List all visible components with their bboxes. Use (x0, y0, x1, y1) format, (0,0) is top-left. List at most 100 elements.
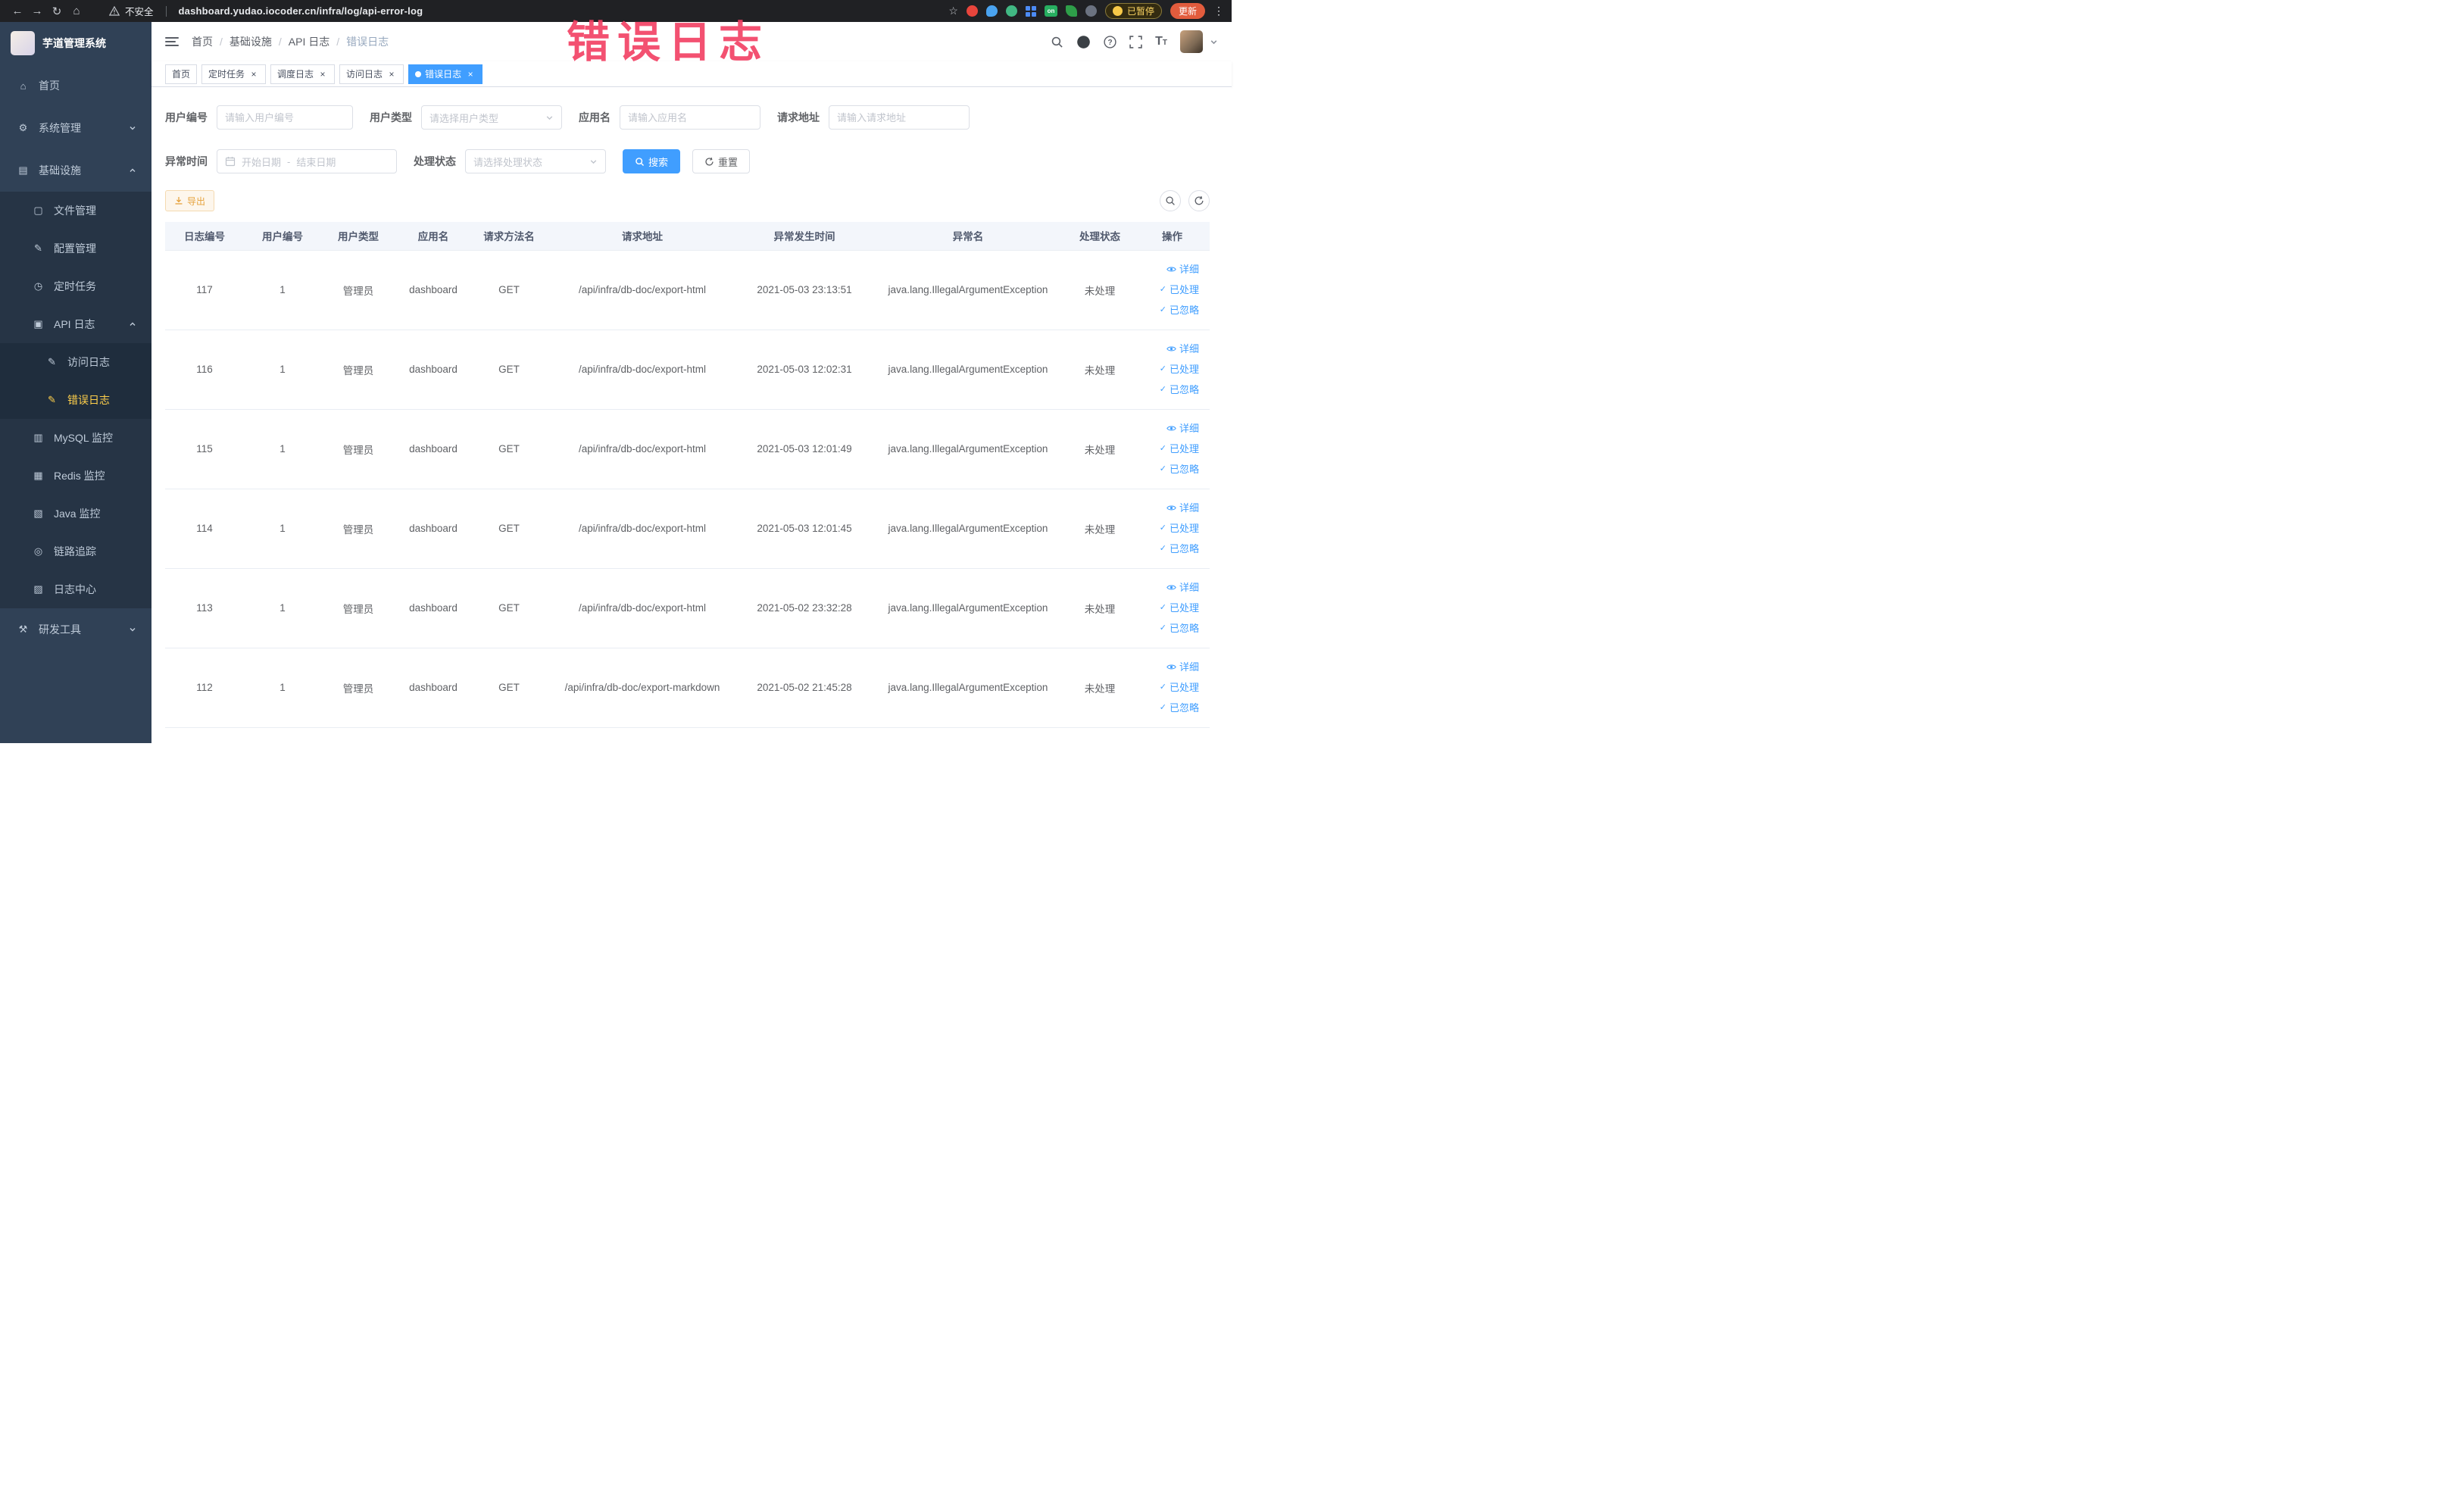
detail-link[interactable]: 详细 (1138, 498, 1199, 518)
cell-user-id: 1 (244, 330, 321, 410)
browser-reload-icon[interactable]: ↻ (47, 5, 67, 18)
paw-extension-icon[interactable] (1085, 5, 1097, 17)
ignore-link[interactable]: ✓ 已忽略 (1138, 698, 1199, 718)
detail-link[interactable]: 详细 (1138, 577, 1199, 598)
browser-menu-icon[interactable]: ⋮ (1213, 5, 1224, 17)
process-link[interactable]: ✓ 已处理 (1138, 280, 1199, 300)
cell-user-id: 1 (244, 568, 321, 648)
ignore-link[interactable]: ✓ 已忽略 (1138, 380, 1199, 400)
address-bar[interactable]: 不安全 dashboard.yudao.iocoder.cn/infra/log… (109, 4, 423, 18)
app-logo[interactable]: 芋道管理系统 (0, 22, 151, 64)
cell-exception-name: java.lang.IllegalArgumentException (871, 648, 1065, 728)
tab-access-log[interactable]: 访问日志 × (339, 64, 404, 84)
export-button[interactable]: 导出 (165, 190, 215, 211)
sidebar-item-config-management[interactable]: ✎ 配置管理 (0, 230, 151, 267)
breadcrumb-home[interactable]: 首页 (192, 34, 213, 49)
browser-forward-icon[interactable]: → (27, 5, 47, 17)
sidebar-item-java-monitor[interactable]: ▧ Java 监控 (0, 495, 151, 533)
breadcrumb-infrastructure[interactable]: 基础设施 (230, 34, 272, 49)
grid-extension-icon[interactable] (1025, 5, 1036, 17)
sidebar-item-scheduled-jobs[interactable]: ◷ 定时任务 (0, 267, 151, 305)
tab-scheduled-jobs[interactable]: 定时任务 × (201, 64, 267, 84)
cell-method: GET (471, 330, 547, 410)
sidebar-item-file-management[interactable]: ▢ 文件管理 (0, 192, 151, 230)
avatar[interactable] (1180, 30, 1203, 53)
process-link[interactable]: ✓ 已处理 (1138, 598, 1199, 618)
detail-link[interactable]: 详细 (1138, 339, 1199, 359)
tab-schedule-log[interactable]: 调度日志 × (270, 64, 336, 84)
chevron-down-icon[interactable] (1210, 38, 1218, 46)
user-type-select[interactable]: 请选择用户类型 (421, 105, 562, 130)
sidebar-item-system-management[interactable]: ⚙ 系统管理 (0, 107, 151, 149)
detail-link[interactable]: 详细 (1138, 418, 1199, 439)
column-header-request-url: 请求地址 (547, 222, 738, 251)
sidebar-item-infrastructure[interactable]: ▤ 基础设施 (0, 149, 151, 192)
sidebar-item-api-logs[interactable]: ▣ API 日志 (0, 305, 151, 343)
close-icon[interactable]: × (317, 69, 328, 80)
column-header-log-id: 日志编号 (165, 222, 244, 251)
sidebar-item-home[interactable]: ⌂ 首页 (0, 64, 151, 107)
github-icon[interactable] (1076, 35, 1091, 49)
user-id-input[interactable] (217, 105, 353, 130)
sidebar-item-dev-tools[interactable]: ⚒ 研发工具 (0, 608, 151, 651)
check-icon: ✓ (1159, 523, 1166, 533)
browser-back-icon[interactable]: ← (8, 5, 27, 17)
column-header-method: 请求方法名 (471, 222, 547, 251)
fullscreen-icon[interactable] (1129, 35, 1142, 48)
cell-user-type: 管理员 (321, 648, 395, 728)
cell-actions: 详细 ✓ 已处理 ✓ 已忽略 (1135, 330, 1210, 410)
menu-label: 链路追踪 (54, 545, 96, 558)
tab-home[interactable]: 首页 (165, 64, 198, 84)
exception-time-range-picker[interactable]: 开始日期 - 结束日期 (217, 149, 397, 173)
browser-update-button[interactable]: 更新 (1170, 3, 1205, 19)
drop-extension-icon[interactable] (985, 5, 998, 17)
chevron-up-icon (130, 168, 136, 172)
ignore-link[interactable]: ✓ 已忽略 (1138, 539, 1199, 559)
help-icon[interactable]: ? (1104, 35, 1116, 48)
font-size-icon[interactable]: TT (1155, 35, 1167, 48)
browser-home-icon[interactable]: ⌂ (67, 5, 86, 17)
process-link[interactable]: ✓ 已处理 (1138, 518, 1199, 539)
infrastructure-icon: ▤ (18, 164, 28, 176)
ignore-link[interactable]: ✓ 已忽略 (1138, 618, 1199, 639)
sidebar-item-link-tracing[interactable]: ◎ 链路追踪 (0, 533, 151, 570)
process-link[interactable]: ✓ 已处理 (1138, 439, 1199, 459)
reset-button[interactable]: 重置 (692, 149, 751, 173)
ignore-link[interactable]: ✓ 已忽略 (1138, 300, 1199, 320)
process-status-select[interactable]: 请选择处理状态 (465, 149, 606, 173)
leaf-extension-icon[interactable] (1065, 5, 1077, 17)
ignore-link[interactable]: ✓ 已忽略 (1138, 459, 1199, 480)
search-icon[interactable] (1051, 36, 1063, 48)
profile-paused-button[interactable]: 已暂停 (1104, 3, 1162, 19)
refresh-button[interactable] (1188, 190, 1210, 211)
sidebar-item-access-log[interactable]: ✎ 访问日志 (0, 343, 151, 381)
start-date-placeholder: 开始日期 (242, 156, 282, 168)
request-url-input[interactable] (829, 105, 970, 130)
bookmark-star-icon[interactable]: ☆ (948, 5, 958, 17)
cell-status: 未处理 (1065, 568, 1135, 648)
process-link[interactable]: ✓ 已处理 (1138, 677, 1199, 698)
sidebar-item-error-log[interactable]: ✎ 错误日志 (0, 381, 151, 419)
close-icon[interactable]: × (465, 69, 476, 80)
close-icon[interactable]: × (248, 69, 259, 80)
app-name-input[interactable] (620, 105, 760, 130)
red-extension-icon[interactable] (966, 5, 978, 17)
process-link[interactable]: ✓ 已处理 (1138, 359, 1199, 380)
cell-app-name: dashboard (395, 568, 471, 648)
close-icon[interactable]: × (386, 69, 397, 80)
detail-link[interactable]: 详细 (1138, 657, 1199, 677)
detail-link[interactable]: 详细 (1138, 259, 1199, 280)
vue-devtools-extension-icon[interactable] (1005, 5, 1017, 17)
cell-app-name: dashboard (395, 330, 471, 410)
on-badge-extension-icon[interactable]: on (1044, 5, 1057, 17)
breadcrumb-api-logs[interactable]: API 日志 (289, 34, 329, 49)
tab-error-log[interactable]: 错误日志 × (408, 64, 483, 84)
sidebar-item-log-center[interactable]: ▨ 日志中心 (0, 570, 151, 608)
search-button[interactable]: 搜索 (623, 149, 681, 173)
sidebar-item-redis-monitor[interactable]: ▦ Redis 监控 (0, 457, 151, 495)
check-icon: ✓ (1159, 305, 1166, 314)
toggle-search-button[interactable] (1160, 190, 1181, 211)
cell-actions: 详细 ✓ 已处理 ✓ 已忽略 (1135, 568, 1210, 648)
sidebar-item-mysql-monitor[interactable]: ▥ MySQL 监控 (0, 419, 151, 457)
sidebar-collapse-icon[interactable] (165, 37, 179, 46)
